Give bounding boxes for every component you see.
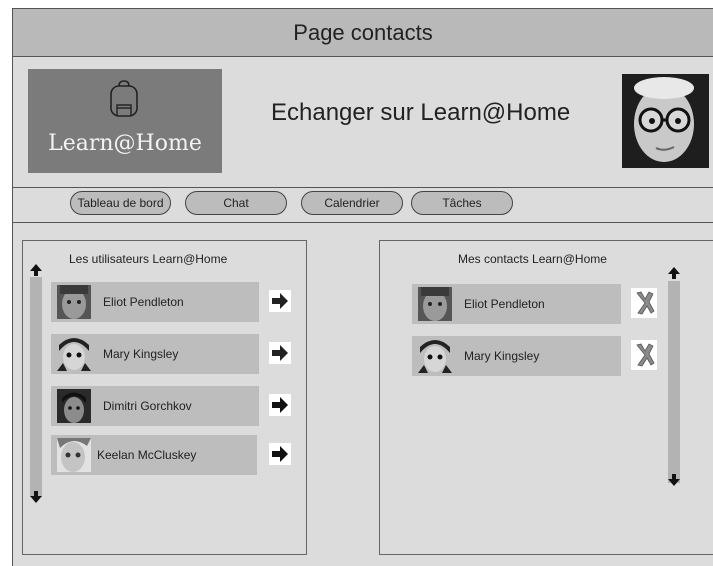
arrow-up-icon[interactable]: [29, 263, 43, 277]
arrow-down-icon[interactable]: [29, 490, 43, 504]
nav-chat[interactable]: Chat: [185, 191, 287, 215]
user-row[interactable]: Eliot Pendleton: [51, 282, 259, 322]
add-contact-button[interactable]: [269, 394, 291, 416]
remove-contact-button[interactable]: [631, 340, 657, 370]
avatar: [418, 287, 452, 321]
contact-name: Eliot Pendleton: [464, 297, 545, 311]
nav-calendar[interactable]: Calendrier: [301, 191, 403, 215]
user-name: Mary Kingsley: [103, 347, 179, 361]
arrow-right-icon: [272, 293, 288, 309]
avatar: [57, 389, 91, 423]
arrow-right-icon: [272, 446, 288, 462]
user-row[interactable]: Dimitri Gorchkov: [51, 386, 259, 426]
arrow-down-icon[interactable]: [667, 473, 681, 487]
contacts-scrollbar[interactable]: [668, 281, 680, 483]
nav-dashboard[interactable]: Tableau de bord: [70, 191, 171, 215]
logo-text: Learn@Home: [48, 131, 202, 156]
add-contact-button[interactable]: [269, 443, 291, 465]
user-row[interactable]: Keelan McCluskey: [51, 435, 257, 475]
arrow-right-icon: [272, 397, 288, 413]
contact-row[interactable]: Mary Kingsley: [412, 336, 621, 376]
user-name: Dimitri Gorchkov: [103, 399, 192, 413]
backpack-icon: [110, 80, 138, 117]
profile-picture: [622, 74, 709, 168]
app-frame: Page contacts Learn@Home Echanger sur Le…: [12, 8, 713, 566]
nav-tasks[interactable]: Tâches: [411, 191, 513, 215]
users-panel-title: Les utilisateurs Learn@Home: [69, 252, 228, 266]
user-name: Eliot Pendleton: [103, 295, 184, 309]
page-title: Page contacts: [293, 19, 433, 45]
remove-contact-button[interactable]: [631, 288, 657, 318]
contact-row[interactable]: Eliot Pendleton: [412, 284, 621, 324]
users-panel: Les utilisateurs Learn@Home Eliot Pendle…: [22, 240, 307, 555]
add-contact-button[interactable]: [269, 290, 291, 312]
contacts-panel: Mes contacts Learn@Home Eliot Pendleton …: [379, 240, 713, 555]
arrow-up-icon[interactable]: [667, 266, 681, 280]
avatar: [57, 337, 91, 371]
x-icon: [636, 291, 655, 315]
main-nav: Tableau de bord Chat Calendrier Tâches: [13, 188, 713, 223]
avatar: [57, 285, 91, 319]
contacts-panel-title: Mes contacts Learn@Home: [458, 252, 607, 266]
arrow-right-icon: [272, 345, 288, 361]
add-contact-button[interactable]: [269, 342, 291, 364]
user-name: Keelan McCluskey: [97, 448, 197, 462]
logo[interactable]: Learn@Home: [28, 69, 222, 173]
x-icon: [636, 343, 655, 367]
header: Learn@Home Echanger sur Learn@Home: [13, 57, 713, 188]
user-avatar[interactable]: [622, 74, 709, 168]
users-scrollbar[interactable]: [30, 277, 42, 497]
page-title-bar: Page contacts: [13, 9, 713, 57]
contact-name: Mary Kingsley: [464, 349, 540, 363]
user-row[interactable]: Mary Kingsley: [51, 334, 259, 374]
header-title: Echanger sur Learn@Home: [271, 99, 571, 126]
avatar: [418, 339, 452, 373]
avatar: [57, 438, 91, 472]
